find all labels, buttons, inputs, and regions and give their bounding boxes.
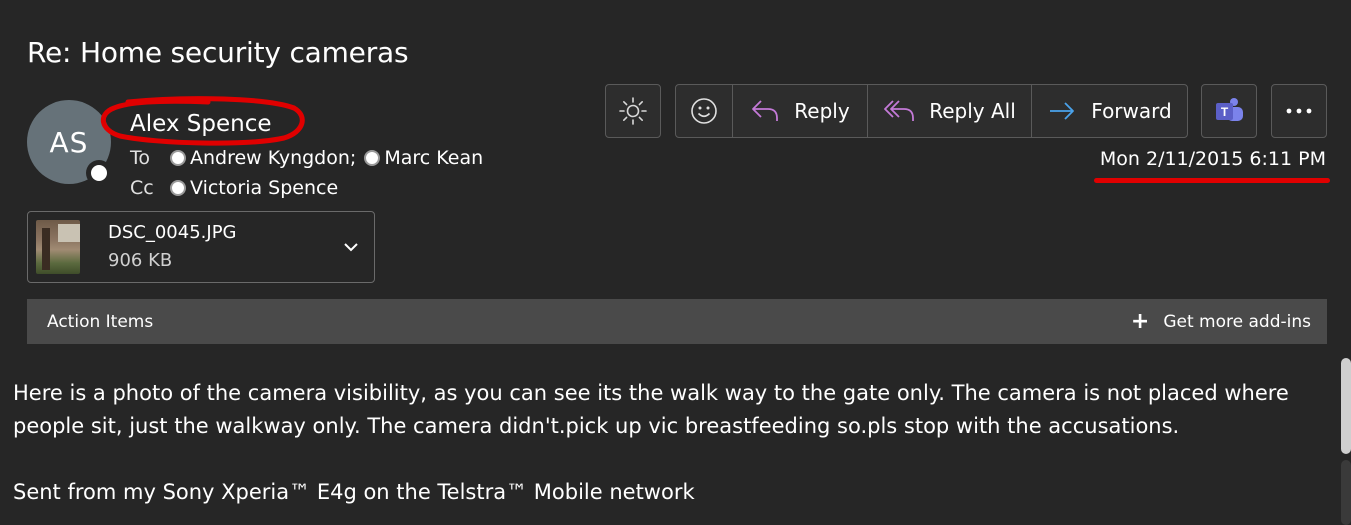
- sender-name[interactable]: Alex Spence: [130, 111, 272, 137]
- response-toolbar: Reply Reply All Forward: [675, 84, 1188, 138]
- sun-icon: [619, 97, 647, 125]
- to-label: To: [130, 147, 151, 169]
- presence-icon: [170, 150, 186, 166]
- recipient[interactable]: Marc Kean: [364, 147, 483, 169]
- message-body: Here is a photo of the camera visibility…: [13, 377, 1323, 509]
- email-subject: Re: Home security cameras: [27, 36, 409, 69]
- forward-button[interactable]: Forward: [1032, 85, 1187, 137]
- more-icon: [1286, 108, 1312, 114]
- more-actions-button[interactable]: [1271, 84, 1327, 138]
- teams-button[interactable]: T: [1201, 84, 1257, 138]
- vertical-scrollbar[interactable]: [1339, 350, 1351, 525]
- forward-arrow-icon: [1050, 102, 1075, 120]
- svg-text:T: T: [1221, 105, 1229, 119]
- image-thumbnail: [36, 220, 80, 274]
- action-items-label[interactable]: Action Items: [47, 312, 153, 332]
- get-add-ins-label: Get more add-ins: [1163, 311, 1311, 332]
- attachment-card[interactable]: DSC_0045.JPG 906 KB: [27, 211, 375, 283]
- scrollbar-thumb[interactable]: [1341, 358, 1351, 454]
- reply-all-button[interactable]: Reply All: [868, 85, 1032, 137]
- presence-icon: [170, 180, 186, 196]
- avatar-initials: AS: [49, 125, 89, 159]
- chevron-down-icon[interactable]: [342, 238, 360, 256]
- attachment-name: DSC_0045.JPG: [108, 222, 237, 243]
- plus-icon: +: [1130, 309, 1150, 334]
- presence-icon: [364, 150, 381, 166]
- forward-label: Forward: [1091, 99, 1172, 123]
- presence-status-icon: [86, 160, 112, 186]
- recipient[interactable]: Victoria Spence: [170, 177, 338, 199]
- email-reading-pane: Re: Home security cameras AS Alex Spence…: [0, 0, 1351, 525]
- recipient[interactable]: Andrew Kyngdon;: [170, 147, 356, 169]
- theme-toggle-button[interactable]: [605, 84, 661, 138]
- action-items-bar: Action Items + Get more add-ins: [27, 299, 1327, 344]
- body-paragraph: Here is a photo of the camera visibility…: [13, 381, 1289, 438]
- signature: Sent from my Sony Xperia™ E4g on the Tel…: [13, 480, 695, 504]
- attachment-size: 906 KB: [108, 250, 173, 271]
- annotation-underline: [1094, 178, 1330, 183]
- cc-label: Cc: [130, 177, 154, 199]
- reply-all-label: Reply All: [929, 99, 1016, 123]
- cc-recipients-row: Cc Victoria Spence: [130, 177, 346, 199]
- smiley-icon: [691, 98, 717, 124]
- reply-label: Reply: [794, 99, 850, 123]
- reaction-button[interactable]: [676, 85, 733, 137]
- sent-date: Mon 2/11/2015 6:11 PM: [1099, 148, 1326, 170]
- reply-button[interactable]: Reply: [733, 85, 868, 137]
- reply-all-icon: [884, 100, 915, 121]
- teams-icon: T: [1216, 98, 1243, 121]
- reply-icon: [752, 100, 779, 121]
- to-recipients-row: To Andrew Kyngdon; Marc Kean: [130, 147, 491, 169]
- get-add-ins-button[interactable]: + Get more add-ins: [1131, 309, 1311, 334]
